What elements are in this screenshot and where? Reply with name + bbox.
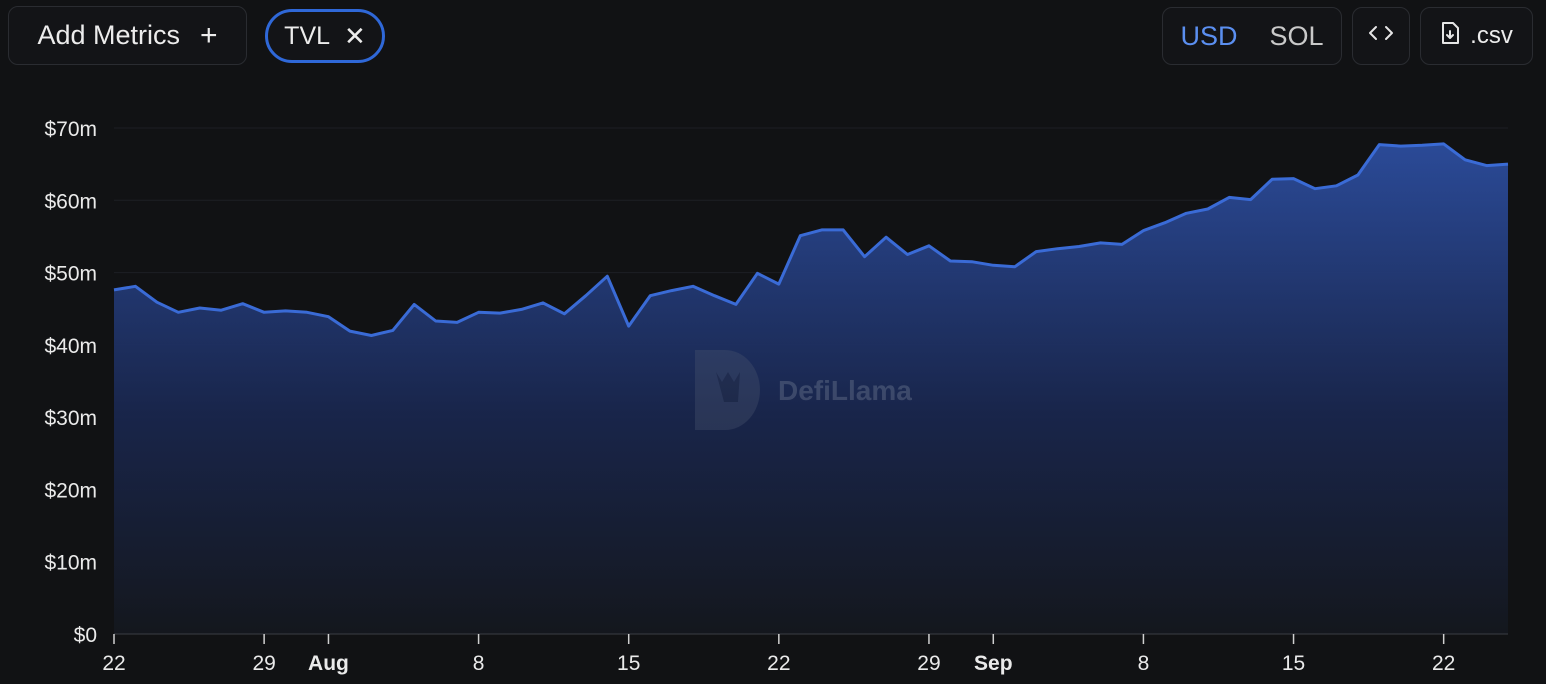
y-tick-label: $70m [44, 118, 97, 141]
y-tick-label: $20m [44, 479, 97, 502]
currency-option-sol[interactable]: SOL [1253, 21, 1339, 52]
y-axis: $0 $10m $20m $30m $40m $50m $60m $70m [44, 118, 97, 647]
watermark-text: DefiLlama [778, 375, 912, 406]
add-metrics-label: Add Metrics [37, 20, 180, 50]
toolbar: Add Metrics + TVL ✕ USD SOL .csv [0, 0, 1546, 72]
x-tick-label: 29 [917, 652, 940, 675]
x-tick-label: 22 [1432, 652, 1455, 675]
metric-chip-tvl[interactable]: TVL ✕ [265, 9, 385, 63]
currency-option-usd[interactable]: USD [1164, 21, 1253, 52]
tvl-chart: DefiLlama $0 $10m $20m $30m $40m $50m $60m $70m… [44, 118, 1509, 675]
x-tick-label: 29 [252, 652, 275, 675]
x-tick-label: 8 [473, 652, 485, 675]
y-tick-label: $30m [44, 407, 97, 430]
x-tick-label: 15 [617, 652, 640, 675]
add-metrics-button[interactable]: Add Metrics + [8, 6, 247, 65]
y-tick-label: $0 [74, 624, 97, 647]
x-tick-label: 15 [1282, 652, 1305, 675]
code-icon [1368, 23, 1394, 49]
plus-icon: + [200, 18, 218, 52]
y-tick-label: $40m [44, 335, 97, 358]
download-csv-button[interactable]: .csv [1420, 7, 1533, 65]
csv-label: .csv [1470, 22, 1513, 49]
x-tick-label: 8 [1138, 652, 1150, 675]
currency-toggle: USD SOL [1162, 7, 1342, 65]
close-icon[interactable]: ✕ [344, 21, 366, 52]
y-tick-label: $60m [44, 190, 97, 213]
y-tick-label: $50m [44, 263, 97, 286]
file-download-icon [1440, 21, 1470, 52]
metric-chip-label: TVL [284, 21, 331, 50]
x-tick-label: Sep [974, 652, 1013, 675]
x-tick-label: 22 [767, 652, 790, 675]
embed-code-button[interactable] [1352, 7, 1410, 65]
y-tick-label: $10m [44, 552, 97, 575]
x-axis: 22 29 Aug 8 15 22 29 Sep 8 15 22 [102, 633, 1508, 675]
x-tick-label: Aug [308, 652, 349, 675]
x-tick-label: 22 [102, 652, 125, 675]
